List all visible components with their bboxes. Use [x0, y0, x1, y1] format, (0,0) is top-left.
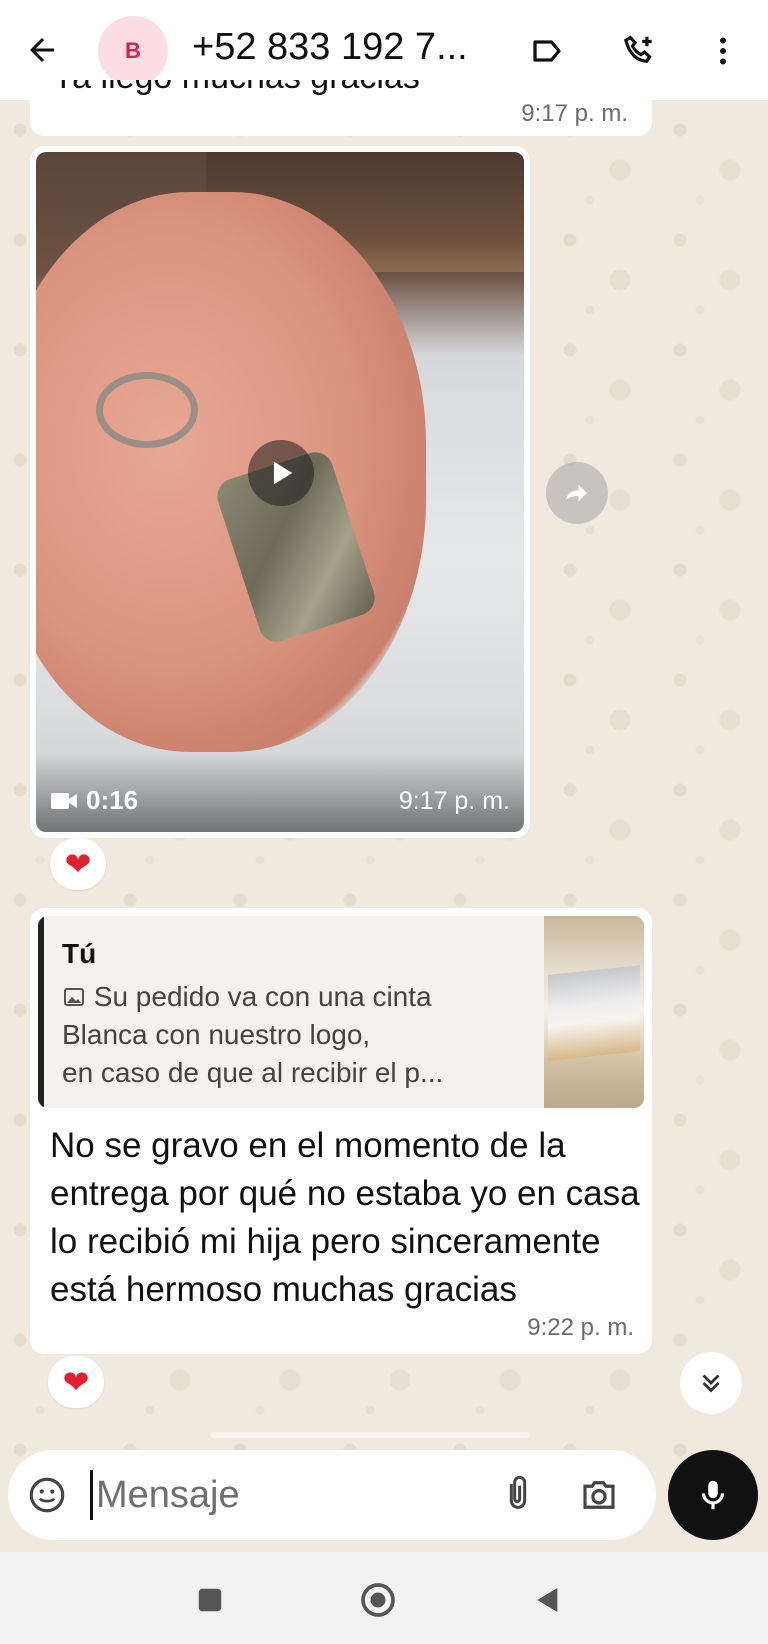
message-time: 9:17 p. m.: [521, 100, 628, 127]
message-input[interactable]: Mensaje: [96, 1474, 240, 1517]
video-scene-keyring: [96, 372, 198, 448]
contact-name[interactable]: +52 833 192 7...: [192, 26, 468, 69]
message-composer[interactable]: Mensaje: [8, 1450, 656, 1540]
forward-icon: [565, 484, 587, 502]
reaction-heart[interactable]: ❤: [50, 838, 106, 890]
heart-icon: ❤: [64, 846, 92, 882]
text-cursor: [90, 1470, 93, 1520]
more-vertical-icon: [720, 37, 726, 65]
quote-thumbnail-box: [548, 965, 640, 1061]
quote-image-thumbnail: [544, 916, 644, 1108]
avatar-letter: B: [125, 38, 141, 63]
back-button[interactable]: [22, 30, 62, 70]
add-call-icon: [624, 35, 652, 63]
quote-text: Su pedido va con una cinta Blanca con nu…: [62, 978, 512, 1092]
double-chevron-down-icon: [702, 1374, 720, 1393]
home-button[interactable]: [358, 1580, 398, 1620]
recents-button[interactable]: [190, 1580, 230, 1620]
play-button[interactable]: [248, 440, 314, 506]
video-camera-icon: [51, 792, 77, 809]
label-button[interactable]: [524, 28, 570, 74]
heart-icon: ❤: [62, 1364, 90, 1400]
video-scene-hand: [36, 192, 426, 752]
video-duration: 0:16: [50, 785, 138, 816]
message-time: 9:22 p. m.: [527, 1314, 634, 1341]
message-time: 9:17 p. m.: [398, 787, 510, 815]
sticker-icon: [29, 1477, 65, 1513]
quote-line: Blanca con nuestro logo,: [62, 1019, 371, 1050]
system-navigation-bar: [0, 1552, 768, 1644]
quote-accent-bar: [38, 916, 44, 1108]
paperclip-icon: [509, 1475, 527, 1509]
video-duration-text: 0:16: [86, 785, 139, 815]
forward-button[interactable]: [546, 462, 608, 524]
message-bubble-previous[interactable]: Ya llegó muchas gracias 9:17 p. m.: [30, 80, 652, 136]
label-tag-icon: [533, 40, 561, 62]
attach-button[interactable]: [498, 1474, 538, 1519]
triangle-back-icon: [537, 1588, 558, 1612]
image-icon: [64, 988, 84, 1006]
circle-home-icon: [361, 1583, 395, 1617]
microphone-icon: [701, 1480, 725, 1510]
square-icon: [198, 1588, 222, 1612]
play-icon: [273, 461, 293, 485]
message-text: No se gravo en el momento de la entrega …: [50, 1126, 640, 1309]
scroll-to-bottom-button[interactable]: [680, 1352, 742, 1414]
message-text: Ya llegó muchas gracias: [52, 80, 420, 97]
back-arrow-icon: [30, 38, 54, 62]
quote-author: Tú: [62, 938, 97, 969]
reaction-heart[interactable]: ❤: [48, 1356, 104, 1408]
quoted-message[interactable]: Tú Su pedido va con una cinta Blanca con…: [38, 916, 644, 1108]
video-message-bubble[interactable]: 0:16 9:17 p. m.: [30, 146, 530, 838]
video-thumbnail[interactable]: 0:16 9:17 p. m.: [36, 152, 524, 832]
add-call-button[interactable]: [616, 28, 662, 74]
camera-button[interactable]: [578, 1474, 620, 1521]
voice-record-button[interactable]: [668, 1450, 758, 1540]
avatar[interactable]: B: [98, 16, 168, 86]
more-options-button[interactable]: [700, 28, 746, 74]
back-nav-button[interactable]: [528, 1580, 568, 1620]
quote-line: Su pedido va con una cinta: [62, 978, 512, 1016]
quote-line: en caso de que al recibir el p...: [62, 1057, 444, 1088]
divider: [210, 1432, 530, 1438]
camera-icon: [583, 1481, 615, 1509]
emoji-button[interactable]: [26, 1474, 68, 1521]
reply-message-bubble[interactable]: Tú Su pedido va con una cinta Blanca con…: [30, 908, 652, 1354]
